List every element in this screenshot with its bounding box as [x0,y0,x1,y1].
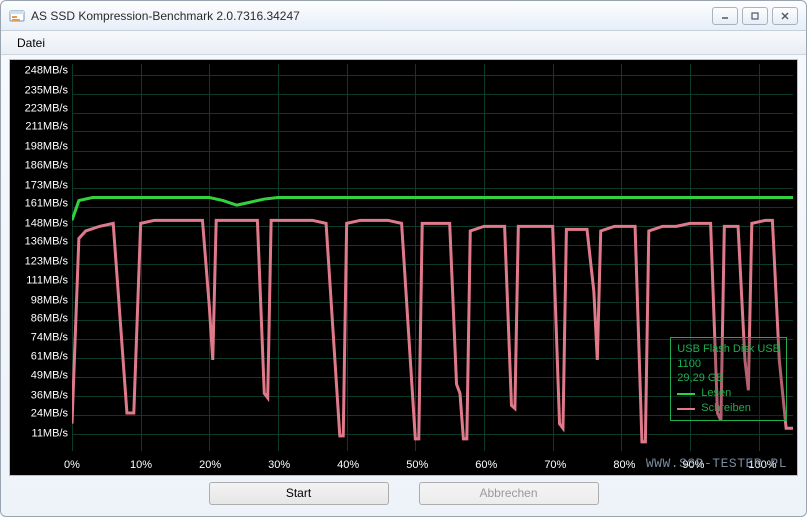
window-title: AS SSD Kompression-Benchmark 2.0.7316.34… [31,9,712,23]
y-tick-label: 161MB/s [25,198,68,210]
y-tick-label: 24MB/s [31,408,68,420]
minimize-button[interactable] [712,7,738,25]
legend-write-swatch [677,408,695,410]
y-tick-label: 86MB/s [31,313,68,325]
y-tick-label: 186MB/s [25,159,68,171]
y-tick-label: 136MB/s [25,236,68,248]
x-tick-label: 80% [613,459,635,471]
legend-device-line1: USB Flash Disk USB [677,342,780,357]
x-tick-label: 40% [337,459,359,471]
legend-read-label: Lesen [701,386,731,401]
x-axis: 0%10%20%30%40%50%60%70%80%90%100% [72,451,797,475]
maximize-button[interactable] [742,7,768,25]
y-axis: 11MB/s 24MB/s 36MB/s 49MB/s 61MB/s 74MB/s 86MB… [10,60,72,451]
legend-read-swatch [677,393,695,395]
legend-write-label: Schreiben [701,401,751,416]
window-controls [712,7,798,25]
y-tick-label: 111MB/s [26,274,68,286]
y-tick-label: 61MB/s [31,351,68,363]
y-tick-label: 211MB/s [25,121,68,133]
x-tick-label: 90% [682,459,704,471]
x-tick-label: 100% [748,459,776,471]
x-tick-label: 60% [475,459,497,471]
y-tick-label: 173MB/s [25,179,68,191]
compression-chart: 11MB/s 24MB/s 36MB/s 49MB/s 61MB/s 74MB/s 86MB… [9,59,798,476]
y-tick-label: 123MB/s [25,256,68,268]
y-tick-label: 74MB/s [31,331,68,343]
x-tick-label: 50% [406,459,428,471]
menubar: Datei [1,31,806,55]
y-tick-label: 36MB/s [31,389,68,401]
app-window: AS SSD Kompression-Benchmark 2.0.7316.34… [0,0,807,517]
legend: USB Flash Disk USB 1100 29,29 GB Lesen S… [670,337,787,421]
x-tick-label: 30% [268,459,290,471]
y-tick-label: 235MB/s [25,84,68,96]
series-lesen [72,198,793,221]
cancel-button[interactable]: Abbrechen [419,482,599,505]
x-tick-label: 0% [64,459,80,471]
app-icon [9,8,25,24]
y-tick-label: 98MB/s [31,294,68,306]
start-button[interactable]: Start [209,482,389,505]
legend-device-line2: 1100 [677,357,780,372]
legend-write-row: Schreiben [677,401,780,416]
x-tick-label: 20% [199,459,221,471]
legend-read-row: Lesen [677,386,780,401]
y-tick-label: 148MB/s [25,217,68,229]
menu-file[interactable]: Datei [9,33,53,53]
close-button[interactable] [772,7,798,25]
plot-area: USB Flash Disk USB 1100 29,29 GB Lesen S… [72,64,793,451]
x-tick-label: 10% [130,459,152,471]
titlebar: AS SSD Kompression-Benchmark 2.0.7316.34… [1,1,806,31]
legend-capacity: 29,29 GB [677,371,780,386]
content-area: 11MB/s 24MB/s 36MB/s 49MB/s 61MB/s 74MB/s 86MB… [1,55,806,516]
y-tick-label: 248MB/s [25,64,68,76]
y-tick-label: 198MB/s [25,141,68,153]
y-tick-label: 11MB/s [32,428,68,440]
x-tick-label: 70% [544,459,566,471]
button-row: Start Abbrechen [9,476,798,512]
y-tick-label: 223MB/s [25,102,68,114]
y-tick-label: 49MB/s [31,369,68,381]
